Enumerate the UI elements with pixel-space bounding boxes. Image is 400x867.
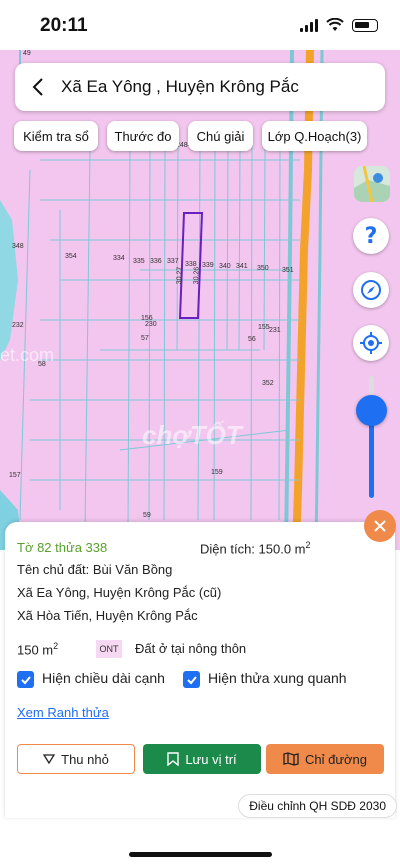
land-type: Đất ở tại nông thôn bbox=[135, 641, 247, 656]
lot-number: 335 bbox=[133, 258, 145, 265]
check-book-button[interactable]: Kiểm tra sổ bbox=[14, 121, 98, 151]
lot-number: 334 bbox=[113, 255, 125, 262]
edge-length: 30.27 bbox=[175, 266, 184, 285]
area-unit-sup: 2 bbox=[305, 540, 311, 550]
edge-length-label: Hiện chiều dài cạnh bbox=[42, 670, 165, 686]
shrink-label: Thu nhỏ bbox=[61, 751, 109, 767]
status-time: 20:11 bbox=[40, 15, 88, 36]
lot-number: 57 bbox=[141, 335, 149, 342]
address-old: Xã Ea Yông, Huyện Krông Pắc (cũ) bbox=[17, 585, 222, 600]
close-panel-button[interactable] bbox=[364, 510, 396, 542]
owner-name: Tên chủ đất: Bùi Văn Bồng bbox=[17, 562, 173, 577]
check-icon bbox=[20, 675, 31, 684]
shrink-button[interactable]: Thu nhỏ bbox=[17, 744, 135, 774]
save-location-label: Lưu vị trí bbox=[185, 751, 237, 767]
lot-number: 337 bbox=[167, 258, 179, 265]
lot-number: 232 bbox=[12, 322, 24, 329]
measure-button[interactable]: Thước đo bbox=[107, 121, 179, 151]
compass-button[interactable] bbox=[353, 272, 389, 308]
lot-number: 336 bbox=[150, 258, 162, 265]
land-code-badge: ONT bbox=[96, 640, 122, 658]
lot-number: 348 bbox=[12, 243, 24, 250]
lot-number: 157 bbox=[9, 472, 21, 479]
map-type-button[interactable] bbox=[354, 166, 390, 202]
home-indicator[interactable] bbox=[129, 852, 272, 857]
lot-number: 59 bbox=[143, 512, 151, 519]
location-header: Xã Ea Yông , Huyện Krông Pắc bbox=[15, 63, 385, 111]
map-icon bbox=[283, 752, 299, 766]
compass-icon bbox=[361, 280, 381, 300]
battery-icon bbox=[352, 18, 378, 32]
triangle-down-icon bbox=[43, 754, 56, 764]
surrounding-plots-label: Hiện thửa xung quanh bbox=[208, 670, 347, 686]
sheet-plot-number: Tờ 82 thửa 338 bbox=[17, 540, 108, 555]
lot-number: 341 bbox=[236, 263, 248, 270]
signal-icon bbox=[300, 18, 318, 32]
close-icon bbox=[374, 520, 386, 532]
lot-number: 231 bbox=[269, 327, 281, 334]
directions-button[interactable]: Chỉ đường bbox=[266, 744, 384, 774]
directions-label: Chỉ đường bbox=[304, 751, 368, 767]
area-value: Diện tích: 150.0 m bbox=[200, 541, 306, 557]
land-area-value: 150 m bbox=[17, 642, 54, 658]
bookmark-icon bbox=[167, 752, 180, 766]
lot-number: 351 bbox=[282, 267, 294, 274]
lot-number: 159 bbox=[211, 469, 223, 476]
locate-icon bbox=[360, 332, 382, 354]
question-icon: ? bbox=[364, 223, 378, 249]
watermark: et.com bbox=[0, 345, 55, 365]
my-location-button[interactable] bbox=[353, 325, 389, 361]
lot-number: 56 bbox=[248, 336, 256, 343]
map-layer-icon bbox=[354, 166, 390, 202]
check-icon bbox=[186, 675, 197, 684]
watermark: chợTỐT bbox=[142, 420, 242, 450]
lot-number: 339 bbox=[202, 262, 214, 269]
view-boundary-link[interactable]: Xem Ranh thửa bbox=[17, 705, 109, 720]
lot-number: 230 bbox=[145, 321, 157, 328]
planning-layer-button[interactable]: Lớp Q.Hoạch(3) bbox=[262, 121, 367, 151]
status-icons bbox=[300, 18, 378, 32]
lot-number: 354 bbox=[65, 253, 77, 260]
edge-length-checkbox[interactable] bbox=[17, 671, 34, 688]
address-new: Xã Hòa Tiến, Huyện Krông Pắc bbox=[17, 608, 198, 623]
location-title: Xã Ea Yông , Huyện Krông Pắc bbox=[61, 77, 299, 96]
help-button[interactable]: ? bbox=[353, 218, 389, 254]
status-bar: 20:11 bbox=[0, 0, 400, 50]
lot-number: 340 bbox=[219, 263, 231, 270]
edge-length: 30.26 bbox=[192, 266, 201, 285]
wifi-icon bbox=[326, 18, 344, 31]
planning-label[interactable]: Điều chỉnh QH SDĐ 2030 bbox=[238, 794, 397, 818]
surrounding-plots-checkbox[interactable] bbox=[183, 671, 200, 688]
land-area-sup: 2 bbox=[53, 641, 59, 651]
lot-number: 350 bbox=[257, 265, 269, 272]
lot-number: 352 bbox=[262, 380, 274, 387]
back-arrow-icon[interactable] bbox=[27, 75, 51, 99]
zoom-slider-thumb[interactable] bbox=[356, 395, 387, 427]
lot-number: 49 bbox=[23, 50, 31, 57]
lot-number: 155 bbox=[258, 324, 270, 331]
area-text: Diện tích: 150.0 m2 bbox=[200, 540, 311, 556]
save-location-button[interactable]: Lưu vị trí bbox=[143, 744, 261, 774]
land-area: 150 m2 bbox=[17, 641, 58, 657]
legend-button[interactable]: Chú giải bbox=[188, 121, 253, 151]
